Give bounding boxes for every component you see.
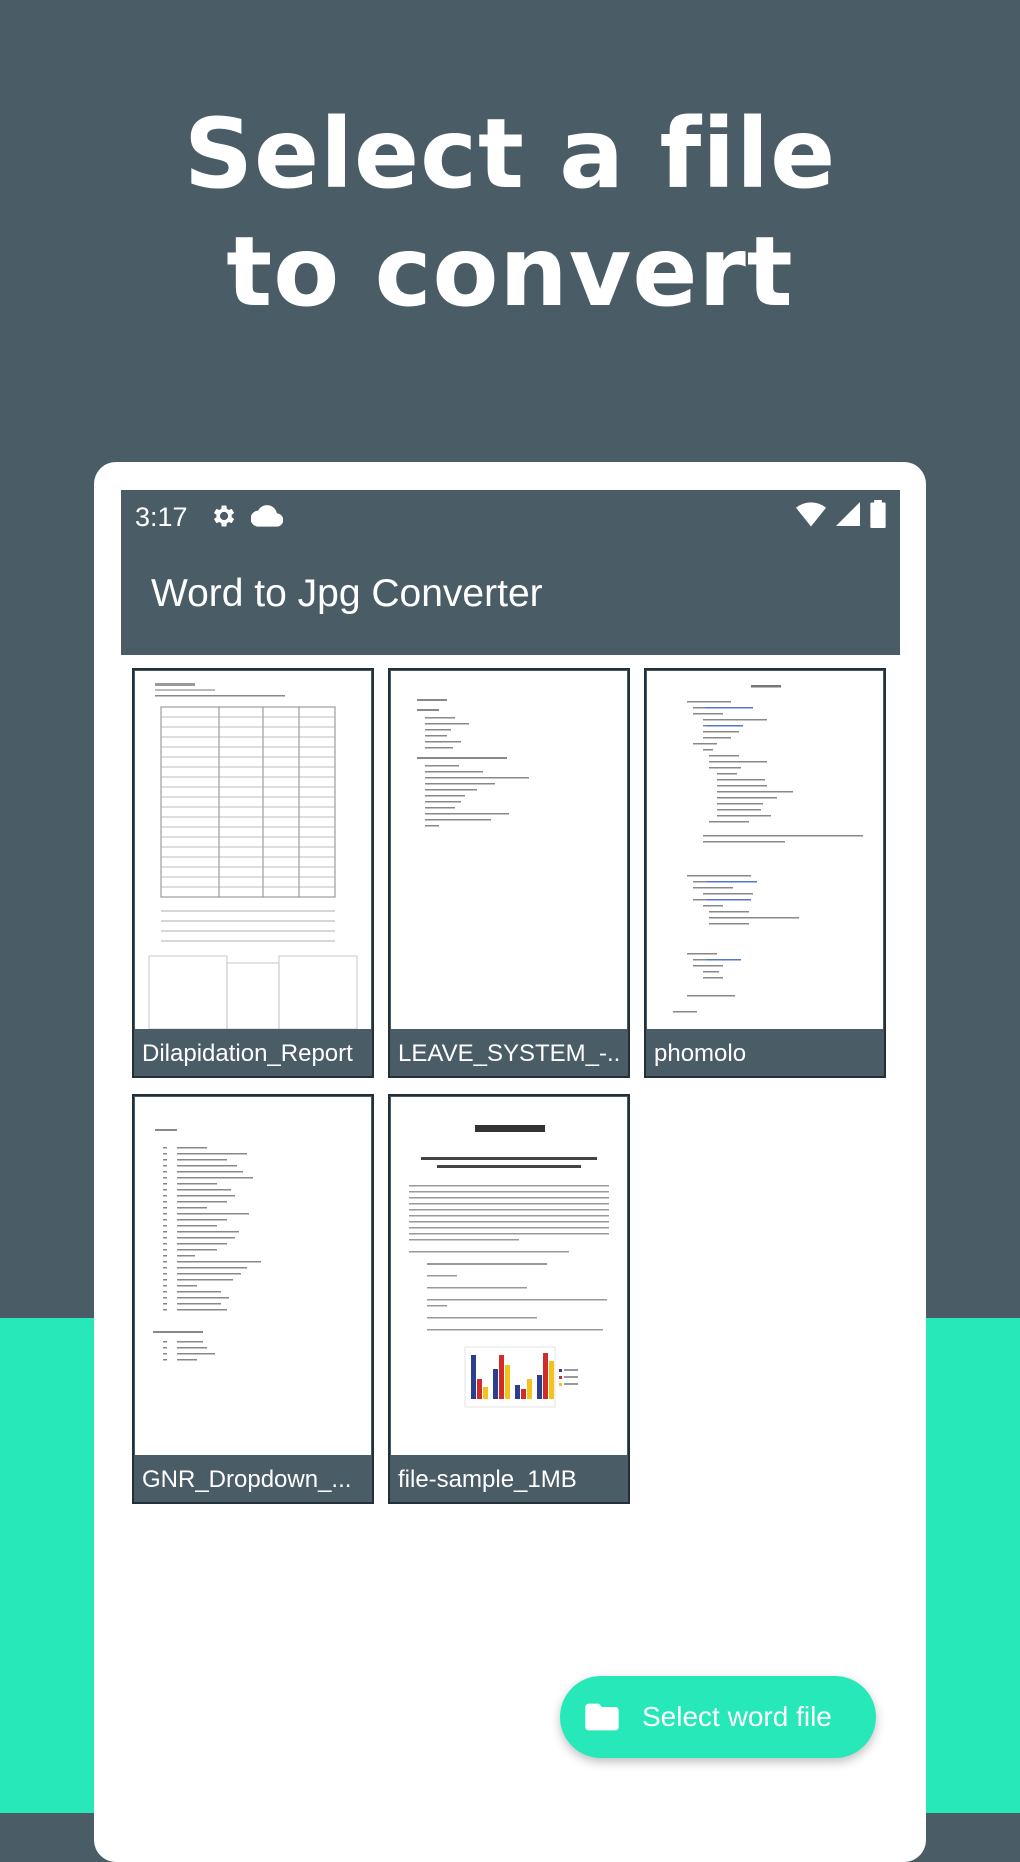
promo-headline: Select a file to convert	[0, 95, 1020, 331]
file-name: LEAVE_SYSTEM_-...	[398, 1040, 622, 1067]
file-name: file-sample_1MB	[398, 1466, 577, 1493]
file-thumbnail	[647, 671, 883, 1029]
file-card[interactable]: file-sample_1MB	[388, 1094, 630, 1504]
file-name: GNR_Dropdown_...	[142, 1466, 352, 1493]
folder-icon	[585, 1703, 619, 1731]
file-name: phomolo	[654, 1040, 747, 1067]
file-card[interactable]: Dilapidation_Report	[132, 668, 374, 1078]
file-card[interactable]: LEAVE_SYSTEM_-...	[388, 668, 630, 1078]
battery-icon	[870, 500, 886, 528]
file-thumbnail	[391, 1097, 627, 1455]
headline-line-1: Select a file	[183, 98, 837, 210]
file-thumbnail	[135, 671, 371, 1029]
gear-icon	[214, 505, 235, 527]
status-right-icons	[796, 500, 886, 528]
headline-line-2: to convert	[226, 216, 794, 328]
file-thumbnail	[135, 1097, 371, 1455]
app-bar: 3:17 Word to Jpg Converter	[121, 490, 900, 655]
app-title: Word to Jpg Converter	[151, 572, 543, 615]
select-word-file-label: Select word file	[642, 1701, 832, 1732]
status-time: 3:17	[135, 502, 188, 532]
wifi-icon	[796, 502, 826, 527]
signal-icon	[836, 502, 860, 526]
file-thumbnail	[391, 671, 627, 1029]
status-left-icons	[209, 502, 283, 530]
cloud-icon	[251, 505, 283, 527]
file-card[interactable]: phomolo	[644, 668, 886, 1078]
file-card[interactable]: GNR_Dropdown_...	[132, 1094, 374, 1504]
file-name: Dilapidation_Report	[142, 1040, 353, 1067]
select-word-file-button[interactable]: Select word file	[560, 1676, 876, 1758]
